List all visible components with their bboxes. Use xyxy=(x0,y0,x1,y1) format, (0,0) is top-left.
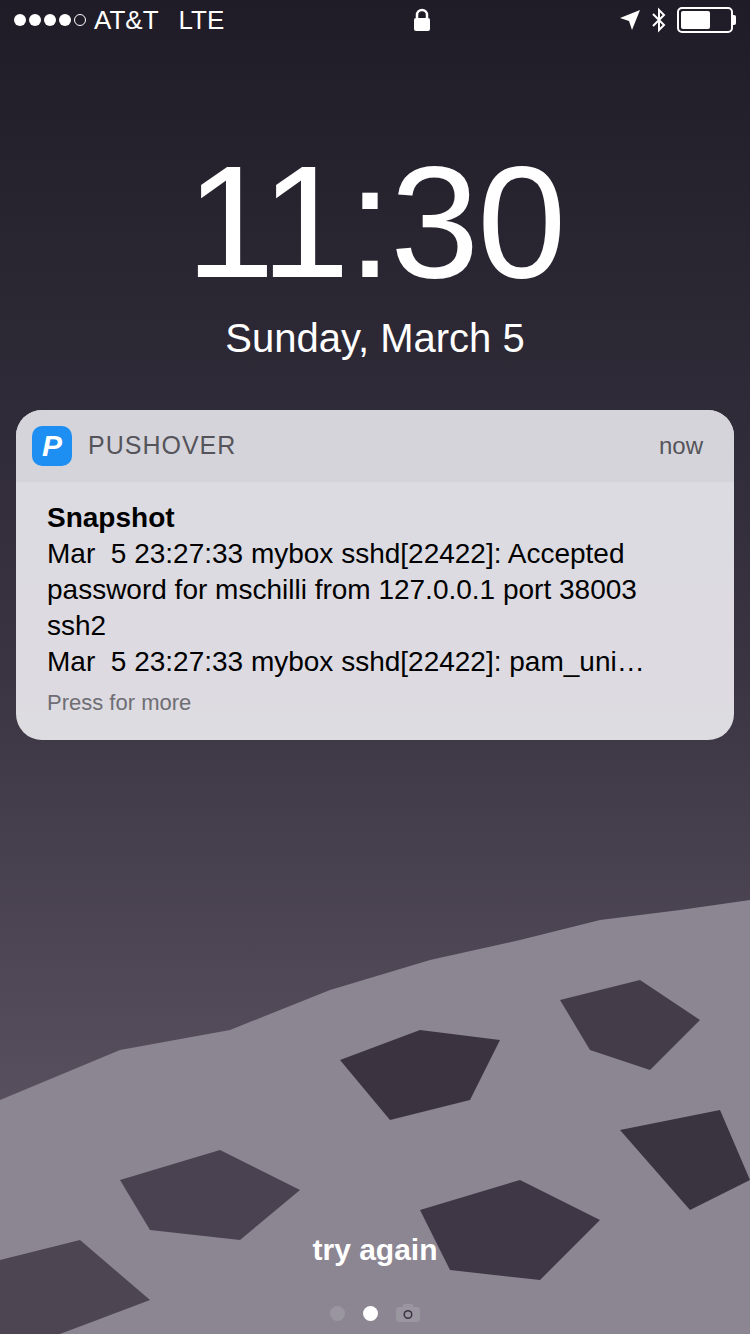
signal-strength xyxy=(14,14,86,26)
carrier: AT&T xyxy=(94,1,159,40)
app-name: PUSHOVER xyxy=(88,427,236,465)
notification-time: now xyxy=(659,428,718,464)
camera-icon[interactable] xyxy=(396,1304,420,1322)
lock-content: AT&T LTE xyxy=(0,0,750,1334)
message-list: Mar 5 23:27:33 mybox sshd[22422]: Accept… xyxy=(47,536,703,680)
notification-title: Snapshot xyxy=(47,500,703,536)
press-hint: Press for more xyxy=(47,688,703,718)
notification-card[interactable]: P PUSHOVER now Snapshot Mar 5 23:27:33 m… xyxy=(16,410,734,740)
signal-dot xyxy=(74,14,86,26)
lock-screen: AT&T LTE xyxy=(0,0,750,1334)
battery-fill xyxy=(681,11,710,29)
page-dot[interactable] xyxy=(330,1306,345,1321)
clock-time: 11:30 xyxy=(0,142,750,302)
signal-dot xyxy=(29,14,41,26)
clock-date: Sunday, March 5 xyxy=(0,314,750,362)
carrier-group: AT&T LTE xyxy=(14,1,224,40)
page-indicator xyxy=(0,1303,750,1323)
status-icons xyxy=(619,7,736,33)
battery-track xyxy=(677,7,733,33)
page-dot[interactable] xyxy=(363,1306,378,1321)
network-type: LTE xyxy=(179,1,225,40)
signal-dot xyxy=(59,14,71,26)
message-line: Mar 5 23:27:33 mybox sshd[22422]: Accept… xyxy=(47,536,703,644)
battery xyxy=(677,7,736,33)
battery-cap xyxy=(733,15,736,25)
notification-body: Snapshot Mar 5 23:27:33 mybox sshd[22422… xyxy=(16,482,734,740)
signal-dot xyxy=(44,14,56,26)
location-icon xyxy=(619,9,641,31)
passcode-prompt: try again xyxy=(0,1230,750,1270)
pushover-app-icon: P xyxy=(32,426,72,466)
bluetooth-icon xyxy=(651,7,667,33)
signal-dot xyxy=(14,14,26,26)
notification-header: P PUSHOVER now xyxy=(16,410,734,482)
status-bar: AT&T LTE xyxy=(0,0,750,40)
lock-icon xyxy=(413,8,431,32)
spacer xyxy=(0,740,750,1230)
message-line: Mar 5 23:27:33 mybox sshd[22422]: pam_un… xyxy=(47,644,703,680)
